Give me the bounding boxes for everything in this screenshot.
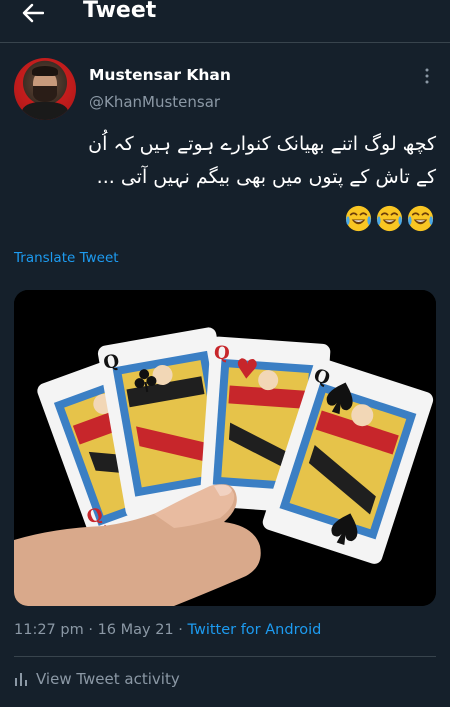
tweet-media-image[interactable]: Q Q Q Q (14, 290, 436, 606)
tweet-text: کچھ لوگ اتنے بھیانک کنوارے ہوتے ہیں کہ ا… (12, 128, 436, 194)
top-bar: Tweet (0, 0, 450, 42)
playing-cards-image: Q Q Q Q (14, 290, 436, 606)
page-title: Tweet (83, 0, 157, 23)
tweet-meta: 11:27 pm · 16 May 21 · Twitter for Andro… (14, 622, 321, 638)
tweet-text-line: کے تاش کے پتوں میں بھی بیگم نہیں آتی ... (96, 166, 436, 188)
author-name[interactable]: Mustensar Khan (89, 66, 231, 84)
more-vertical-icon (425, 68, 429, 84)
arrow-left-icon (22, 3, 44, 23)
laughing-emoji-icon (345, 205, 372, 232)
bar-chart-icon (15, 673, 27, 686)
meta-divider (14, 656, 436, 657)
view-tweet-activity-label: View Tweet activity (36, 670, 180, 688)
avatar[interactable] (14, 58, 76, 120)
meta-separator: · (173, 622, 188, 638)
more-options-button[interactable] (418, 67, 436, 85)
emoji-row (344, 204, 435, 233)
svg-text:Q: Q (213, 342, 230, 364)
translate-tweet-link[interactable]: Translate Tweet (14, 250, 119, 266)
tweet-detail-page: Tweet Mustensar Khan @KhanMustensar کچھ … (0, 0, 450, 707)
laughing-emoji-icon (376, 205, 403, 232)
laughing-emoji-icon (407, 205, 434, 232)
tweet-time[interactable]: 11:27 pm (14, 622, 84, 638)
back-button[interactable] (18, 0, 48, 26)
tweet-source-link[interactable]: Twitter for Android (188, 622, 322, 638)
meta-separator: · (83, 622, 98, 638)
tweet-date[interactable]: 16 May 21 (98, 622, 174, 638)
header-divider (0, 42, 450, 43)
author-handle[interactable]: @KhanMustensar (89, 93, 220, 111)
tweet-text-line: کچھ لوگ اتنے بھیانک کنوارے ہوتے ہیں کہ ا… (88, 133, 436, 155)
view-tweet-activity-button[interactable]: View Tweet activity (14, 670, 180, 688)
